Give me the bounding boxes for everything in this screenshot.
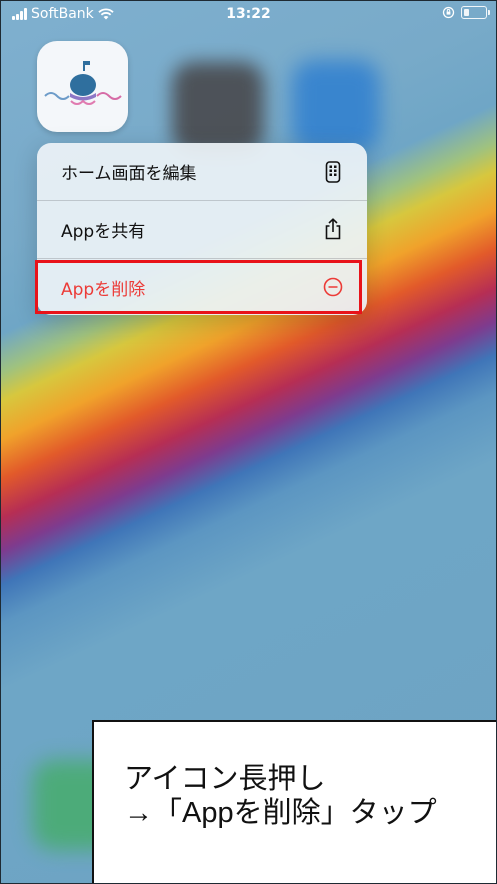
screenshot-border [0, 0, 497, 884]
